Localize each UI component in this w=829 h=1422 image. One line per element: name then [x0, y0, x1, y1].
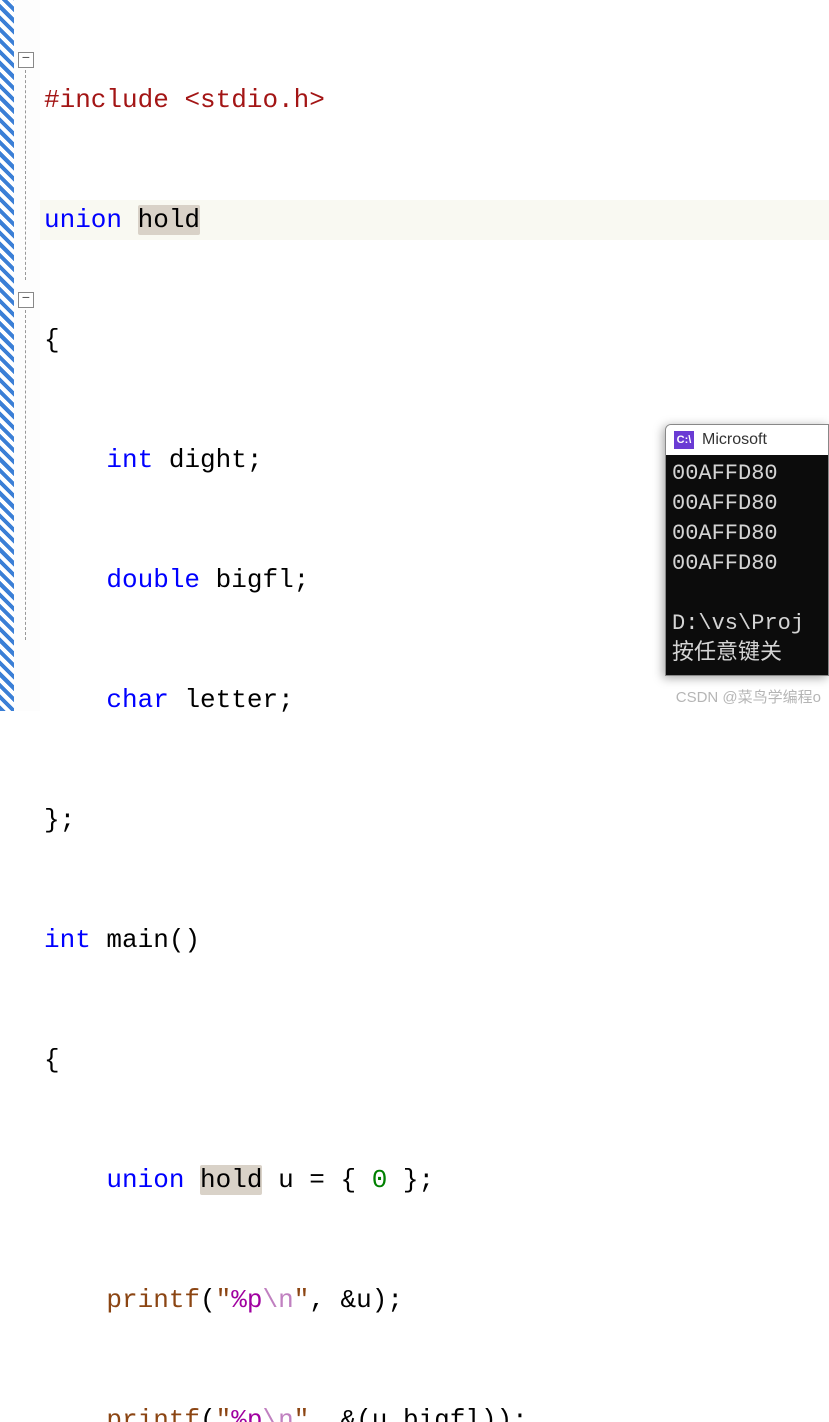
format-spec: %p [231, 1405, 262, 1422]
fold-toggle-main[interactable]: − [18, 292, 34, 308]
console-output[interactable]: 00AFFD80 00AFFD80 00AFFD80 00AFFD80 D:\v… [666, 455, 828, 675]
change-margin [0, 0, 14, 711]
fold-toggle-union[interactable]: − [18, 52, 34, 68]
preproc-hash: #include [44, 85, 169, 115]
console-icon: C:\ [674, 431, 694, 449]
code-line: union hold [40, 200, 829, 240]
console-line: 按任意键关 [672, 641, 782, 666]
console-window[interactable]: C:\ Microsoft 00AFFD80 00AFFD80 00AFFD80… [665, 424, 829, 676]
code-line: int main() [40, 920, 829, 960]
fold-gutter: − − [14, 0, 40, 711]
func-main: main [106, 925, 168, 955]
console-line: 00AFFD80 [672, 521, 778, 546]
keyword-double: double [106, 565, 200, 595]
code-line: { [40, 320, 829, 360]
code-line: }; [40, 800, 829, 840]
type-name-hold: hold [138, 205, 200, 235]
keyword-int: int [44, 925, 91, 955]
console-title: Microsoft [702, 431, 767, 449]
keyword-int: int [106, 445, 153, 475]
console-titlebar[interactable]: C:\ Microsoft [666, 425, 828, 455]
code-line: union hold u = { 0 }; [40, 1160, 829, 1200]
escape-newline: \n [262, 1405, 293, 1422]
func-printf: printf [106, 1285, 200, 1315]
literal-zero: 0 [372, 1165, 388, 1195]
keyword-union: union [44, 205, 122, 235]
format-spec: %p [231, 1285, 262, 1315]
fold-line-union [25, 70, 26, 280]
fold-line-main [25, 310, 26, 640]
code-line: char letter; [40, 680, 829, 720]
keyword-union: union [106, 1165, 184, 1195]
field-dight: dight [169, 445, 247, 475]
type-name-hold: hold [200, 1165, 262, 1195]
console-line: 00AFFD80 [672, 551, 778, 576]
arg: &u [341, 1285, 372, 1315]
console-line: 00AFFD80 [672, 461, 778, 486]
code-line: printf("%p\n", &u); [40, 1280, 829, 1320]
code-line: #include <stdio.h> [40, 80, 829, 120]
escape-newline: \n [262, 1285, 293, 1315]
func-printf: printf [106, 1405, 200, 1422]
arg: &(u.bigfl) [341, 1405, 497, 1422]
field-bigfl: bigfl [216, 565, 294, 595]
var-u: u [278, 1165, 294, 1195]
code-line: { [40, 1040, 829, 1080]
include-header: stdio.h [200, 85, 309, 115]
console-line: 00AFFD80 [672, 491, 778, 516]
code-line: printf("%p\n", &(u.bigfl)); [40, 1400, 829, 1422]
console-line: D:\vs\Proj [672, 611, 804, 636]
